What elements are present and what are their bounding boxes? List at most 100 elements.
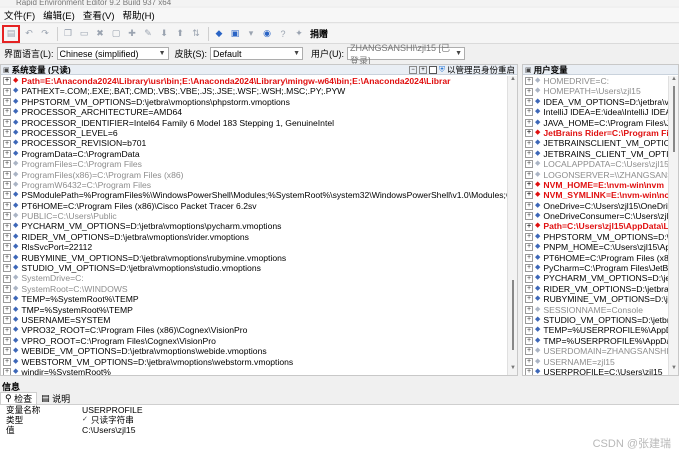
variable-row[interactable]: + ◆ HOMEDRIVE=C: — [523, 76, 668, 86]
expand-icon[interactable]: + — [525, 212, 533, 221]
variable-row[interactable]: + ◆ ProgramFiles(x86)=C:\Program Files (x8… — [1, 170, 507, 180]
expand-icon[interactable]: + — [3, 347, 11, 356]
variable-row[interactable]: + ◆ USERNAME=SYSTEM — [1, 315, 507, 325]
new-variable-button[interactable]: ✚ — [125, 27, 139, 41]
sort-button[interactable]: ⇅ — [189, 27, 203, 41]
expand-icon[interactable]: + — [525, 233, 533, 242]
expand-icon[interactable]: + — [525, 316, 533, 325]
variable-row[interactable]: +◆JetBrains Rider=C:\Program Files\JetBr… — [523, 128, 668, 138]
scroll-up-icon[interactable]: ▲ — [508, 76, 518, 86]
variable-row[interactable]: + ◆ VPRO32_ROOT=C:\Program Files (x86)\Cog… — [1, 325, 507, 335]
variable-row[interactable]: +◆NVM_SYMLINK=E:\nvm-win\nodejs — [523, 190, 668, 200]
variable-row[interactable]: + ◆ ProgramData=C:\ProgramData — [1, 149, 507, 159]
expand-icon[interactable]: + — [525, 347, 533, 356]
expand-icon[interactable]: + — [3, 274, 11, 283]
expand-icon[interactable]: + — [525, 326, 533, 335]
expand-icon[interactable]: + — [3, 368, 11, 375]
run-as-admin-label[interactable]: 以管理员身份重启 — [447, 65, 515, 74]
variable-row[interactable]: + ◆ WEBSTORM_VM_OPTIONS=D:\jetbra\vmoption… — [1, 357, 507, 367]
variable-row[interactable]: +◆IDEA_VM_OPTIONS=D:\jetbra\vmoptions\id… — [523, 97, 668, 107]
variable-row[interactable]: + ◆ USERDOMAIN=ZHANGSANSHI — [523, 346, 668, 356]
variable-row[interactable]: + ◆ ProgramW6432=C:\Program Files — [1, 180, 507, 190]
variable-row[interactable]: +◆PT6HOME=C:\Program Files (x86)\Cisco — [523, 253, 668, 263]
expand-icon[interactable]: + — [525, 336, 533, 345]
variable-row[interactable]: +◆JETBRAINS_CLIENT_VM_OPTIONS=D:\jetbra — [523, 149, 668, 159]
scroll-down-icon[interactable]: ▼ — [508, 365, 518, 375]
scroll-down-icon[interactable]: ▼ — [669, 365, 679, 375]
variable-row[interactable]: + ◆ RlsSvcPort=22112 — [1, 242, 507, 252]
save-button[interactable]: ▤ — [2, 24, 20, 43]
variable-row[interactable]: + ◆ SystemDrive=C: — [1, 273, 507, 283]
variable-row[interactable]: +◆IntelliJ IDEA=E:\idea\IntelliJ IDEA\bi… — [523, 107, 668, 117]
variable-row[interactable]: + ◆ USERNAME=zjl15 — [523, 357, 668, 367]
variable-row[interactable]: + ◆ PT6HOME=C:\Program Files (x86)\Cisco P… — [1, 201, 507, 211]
variable-row[interactable]: + ◆ HOMEPATH=\Users\zjl15 — [523, 86, 668, 96]
paste-button[interactable]: ▭ — [77, 27, 91, 41]
expand-icon[interactable]: + — [525, 295, 533, 304]
expand-icon[interactable]: + — [3, 181, 11, 190]
rename-button[interactable]: ✎ — [141, 27, 155, 41]
expand-icon[interactable]: + — [3, 243, 11, 252]
variable-row[interactable]: +◆STUDIO_VM_OPTIONS=D:\jetbra\vmoptions — [523, 315, 668, 325]
menu-file[interactable]: 文件(F) — [0, 8, 39, 22]
tab-description[interactable]: ▤ 说明 — [37, 392, 74, 404]
delete-button[interactable]: ✖ — [93, 27, 107, 41]
menu-edit[interactable]: 编辑(E) — [39, 8, 79, 22]
skin-select[interactable]: Default ▼ — [210, 47, 304, 60]
expand-icon[interactable]: + — [525, 181, 533, 190]
menu-view[interactable]: 查看(V) — [79, 8, 119, 22]
expand-icon[interactable]: + — [525, 368, 533, 375]
variable-row[interactable]: +◆PHPSTORM_VM_OPTIONS=D:\jetbra\vmoption… — [523, 232, 668, 242]
user-select[interactable]: ZHANGSANSHI\zjl15 [已登录] ▼ — [347, 43, 466, 66]
expand-icon[interactable]: + — [525, 77, 533, 86]
variable-row[interactable]: +◆JAVA_HOME=C:\Program Files\Java\jdk — [523, 118, 668, 128]
variable-row[interactable]: + ◆ PSModulePath=%ProgramFiles%\WindowsPow… — [1, 190, 507, 200]
variable-row[interactable]: + ◆ PROCESSOR_REVISION=b701 — [1, 138, 507, 148]
variable-row[interactable]: +◆Path=C:\Users\zjl15\AppData\Local — [523, 221, 668, 231]
expand-icon[interactable]: + — [525, 222, 533, 231]
expand-icon[interactable]: + — [525, 264, 533, 273]
variable-row[interactable]: + ◆ NVM_HOME=E:\nvm-win\nvm — [523, 180, 668, 190]
variable-row[interactable]: +◆TEMP=%USERPROFILE%\AppData\Local\Temp — [523, 325, 668, 335]
variable-row[interactable]: + ◆ SystemRoot=C:\WINDOWS — [1, 284, 507, 294]
forward-button[interactable]: ↷ — [38, 27, 52, 41]
expand-icon[interactable]: + — [3, 326, 11, 335]
user-scrollbar[interactable]: ▲ ▼ — [668, 76, 678, 375]
expand-icon[interactable]: + — [525, 139, 533, 148]
expand-icon[interactable]: + — [525, 160, 533, 169]
move-down-button[interactable]: ⬇ — [157, 27, 171, 41]
expand-icon[interactable]: + — [525, 274, 533, 283]
variable-row[interactable]: + ◆ TEMP=%SystemRoot%\TEMP — [1, 294, 507, 304]
view-button[interactable]: ▣ — [228, 27, 242, 41]
scroll-thumb[interactable] — [673, 86, 675, 152]
expand-icon[interactable]: + — [3, 191, 11, 200]
web-button[interactable]: ◉ — [260, 27, 274, 41]
language-select[interactable]: Chinese (simplified) ▼ — [56, 47, 169, 60]
expand-icon[interactable]: + — [525, 191, 533, 200]
expand-icon[interactable]: + — [525, 87, 533, 96]
expand-icon[interactable]: + — [3, 129, 11, 138]
expand-icon[interactable]: + — [3, 212, 11, 221]
variable-row[interactable]: +◆JETBRAINSCLIENT_VM_OPTIONS=D:\jetbra — [523, 138, 668, 148]
collapse-all-button[interactable]: − — [408, 65, 417, 74]
variable-row[interactable]: + ◆ PATHEXT=.COM;.EXE;.BAT;.CMD;.VBS;.VBE;… — [1, 86, 507, 96]
expand-icon[interactable]: + — [525, 243, 533, 252]
expand-icon[interactable]: + — [3, 160, 11, 169]
variable-row[interactable]: + ◆ USERPROFILE=C:\Users\zjl15 — [523, 367, 668, 375]
scroll-up-icon[interactable]: ▲ — [669, 76, 679, 86]
system-scrollbar[interactable]: ▲ ▼ — [507, 76, 517, 375]
view-dropdown-button[interactable]: ▾ — [244, 27, 258, 41]
expand-icon[interactable]: + — [3, 305, 11, 314]
back-button[interactable]: ↶ — [22, 27, 36, 41]
expand-icon[interactable]: + — [3, 264, 11, 273]
tab-inspect[interactable]: ⚲ 检查 — [0, 392, 38, 404]
expand-icon[interactable]: + — [3, 149, 11, 158]
variable-row[interactable]: + ◆ Path=E:\Anaconda2024\Library\usr\bin;E… — [1, 76, 507, 86]
move-up-button[interactable]: ⬆ — [173, 27, 187, 41]
expand-icon[interactable]: + — [3, 357, 11, 366]
variable-row[interactable]: +◆PHPSTORM_VM_OPTIONS=D:\jetbra\vmoption… — [1, 97, 507, 107]
expand-all-button[interactable]: + — [418, 65, 427, 74]
variable-row[interactable]: +◆PNPM_HOME=C:\Users\zjl15\AppData\Local — [523, 242, 668, 252]
expand-icon[interactable]: + — [3, 139, 11, 148]
variable-row[interactable]: +◆RUBYMINE_VM_OPTIONS=D:\jetbra\vmoption… — [523, 294, 668, 304]
